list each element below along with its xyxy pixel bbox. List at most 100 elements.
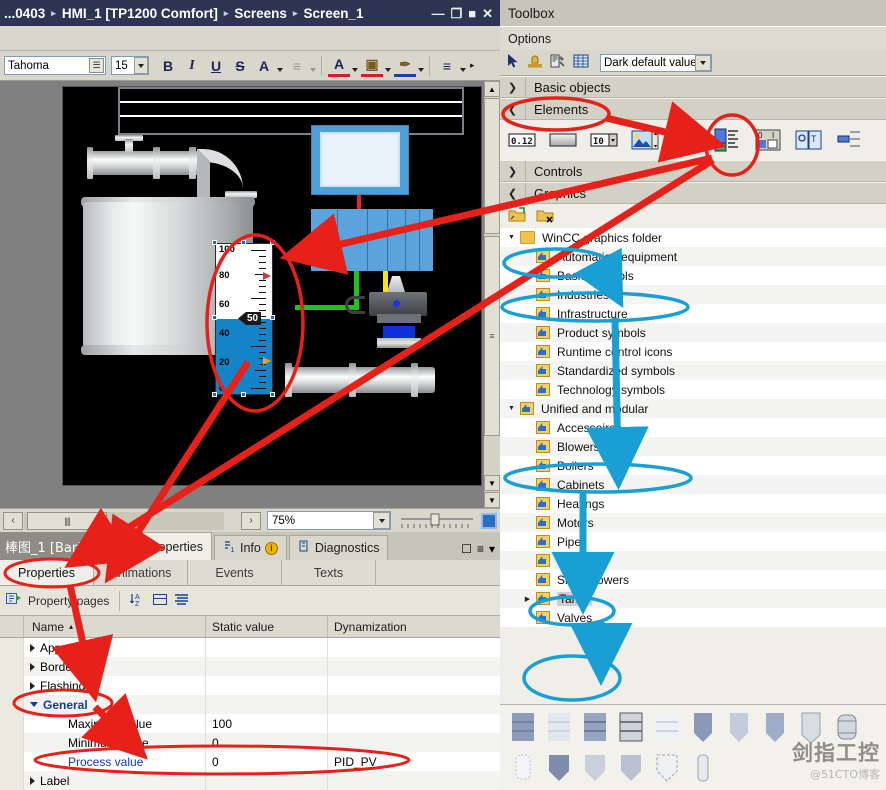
bold-button[interactable]: B — [157, 55, 179, 77]
chevron-right-icon[interactable]: ❯ — [500, 161, 526, 181]
column-header-dynamization[interactable]: Dynamization — [328, 616, 500, 637]
tree-item-tanks[interactable]: ▶ Tanks — [500, 589, 886, 608]
property-static-value[interactable] — [206, 771, 328, 790]
button-icon[interactable] — [549, 128, 577, 152]
chevron-down-icon[interactable] — [373, 512, 390, 529]
property-pages-icon[interactable] — [6, 592, 22, 610]
selection-handle[interactable] — [241, 392, 246, 397]
table-row-maximum-value[interactable]: Maximum value 100 — [0, 714, 500, 733]
graphic-thumbnail[interactable] — [652, 751, 682, 785]
sort-az-icon[interactable]: AZ — [130, 592, 146, 610]
tree-item-runtime-control-icons[interactable]: Runtime control icons — [500, 342, 886, 361]
maximize-button[interactable]: ■ — [468, 7, 476, 20]
category-icon[interactable] — [152, 592, 168, 610]
subtab-events[interactable]: Events — [188, 560, 282, 585]
table-row-process-value[interactable]: Process value 0 PID_PV — [0, 752, 500, 771]
selection-handle[interactable] — [212, 392, 217, 397]
restore-panel-icon[interactable]: ☐ — [461, 542, 472, 556]
table-icon[interactable] — [573, 53, 589, 72]
strikethrough-button[interactable]: S — [229, 55, 251, 77]
chevron-right-icon[interactable]: ❯ — [500, 77, 526, 97]
collapse-icon[interactable] — [30, 702, 38, 707]
selection-handle[interactable] — [241, 240, 246, 245]
tree-item-heatings[interactable]: Heatings — [500, 494, 886, 513]
property-dynamization[interactable] — [328, 638, 500, 657]
property-static-value[interactable]: 0 — [206, 752, 328, 771]
line-color-button[interactable]: ✒ — [394, 55, 416, 77]
tree-item-unified-and-modular[interactable]: ▼ Unified and modular — [500, 399, 886, 418]
minimize-button[interactable]: — — [432, 7, 445, 20]
align-dropdown-icon[interactable] — [308, 56, 317, 76]
line-color-dropdown-icon[interactable] — [416, 56, 425, 76]
scroll-thumb-top[interactable] — [484, 98, 500, 234]
chevron-down-icon[interactable] — [134, 57, 148, 74]
symbol-library-icon[interactable]: T — [795, 128, 823, 152]
chevron-down-icon[interactable]: ❮ — [500, 183, 526, 203]
tree-item-technology-symbols[interactable]: Technology symbols — [500, 380, 886, 399]
chevron-down-icon[interactable]: ▾ — [489, 542, 495, 556]
underline-button[interactable]: U — [205, 55, 227, 77]
property-static-value[interactable] — [206, 695, 328, 714]
new-folder-icon[interactable] — [508, 206, 526, 226]
breadcrumb-item-screen1[interactable]: Screen_1 — [303, 6, 363, 21]
property-dynamization[interactable] — [328, 714, 500, 733]
canvas-vertical-scrollbar[interactable]: ▲ ≡ ▼ ▼ — [484, 81, 500, 508]
font-color-dropdown-icon[interactable] — [350, 56, 359, 76]
expand-icon[interactable]: ▶ — [522, 595, 533, 603]
hmi-screen-area[interactable]: 100 80 60 40 20 0 50 — [62, 86, 482, 486]
graphic-thumbnail[interactable] — [544, 751, 574, 785]
tab-diagnostics[interactable]: Diagnostics — [288, 535, 389, 560]
close-button[interactable]: ✕ — [482, 7, 493, 20]
breadcrumb-item-screens[interactable]: Screens — [234, 6, 287, 21]
collapse-icon[interactable]: ▼ — [506, 234, 517, 241]
font-size-input[interactable]: 15 — [111, 56, 149, 75]
align-button[interactable]: ≡ — [286, 55, 308, 77]
tab-info[interactable]: 1 Info i — [213, 535, 287, 560]
property-static-value[interactable] — [206, 676, 328, 695]
settings-icon[interactable] — [550, 53, 566, 72]
graphic-thumbnail[interactable] — [760, 711, 790, 745]
style-dropdown-icon[interactable] — [458, 56, 467, 76]
graphic-io-field-icon[interactable] — [631, 128, 659, 152]
scroll-thumb[interactable]: ≡ — [484, 236, 500, 436]
tree-item-blowers[interactable]: Blowers — [500, 437, 886, 456]
graphic-thumbnail[interactable] — [544, 711, 574, 745]
property-table-body[interactable]: Appearance Border type Flashing General — [0, 638, 500, 790]
scroll-down-icon[interactable]: ▼ — [484, 475, 500, 491]
graphic-thumbnail[interactable] — [616, 751, 646, 785]
selection-handle[interactable] — [212, 315, 217, 320]
zoom-level-input[interactable]: 75% — [267, 511, 391, 530]
expand-icon[interactable] — [30, 643, 35, 652]
slider-icon[interactable] — [836, 128, 864, 152]
tree-item-accessoires[interactable]: Accessoires — [500, 418, 886, 437]
font-list-icon[interactable]: ☰ — [89, 58, 104, 73]
property-dynamization[interactable] — [328, 695, 500, 714]
delete-folder-icon[interactable] — [536, 207, 554, 226]
scroll-left-button[interactable]: ‹ — [3, 511, 23, 530]
tree-item-basic-symbols[interactable]: Basic symbols — [500, 266, 886, 285]
table-row[interactable]: Appearance — [0, 638, 500, 657]
toolbox-options-header[interactable]: Options — [500, 26, 886, 50]
property-static-value[interactable] — [206, 638, 328, 657]
column-header-static-value[interactable]: Static value — [206, 616, 328, 637]
fit-to-window-button[interactable] — [481, 512, 497, 529]
breadcrumb-item-project[interactable]: ...0403 — [4, 6, 45, 21]
graphic-thumbnail[interactable] — [688, 711, 718, 745]
property-dynamization[interactable] — [328, 771, 500, 790]
scroll-end-icon[interactable]: ▼ — [484, 492, 500, 508]
property-static-value[interactable] — [206, 657, 328, 676]
section-controls[interactable]: ❯ Controls — [500, 160, 886, 182]
subtab-properties[interactable]: Properties — [0, 560, 94, 585]
tree-item-motors[interactable]: Motors — [500, 513, 886, 532]
graphic-thumbnail[interactable] — [508, 711, 538, 745]
io-field-icon[interactable]: 0.12 — [508, 128, 536, 152]
tree-item-industries[interactable]: Industries — [500, 285, 886, 304]
font-effect-dropdown-icon[interactable] — [275, 56, 284, 76]
list-panel-icon[interactable]: ≡ — [477, 542, 484, 556]
restore-button[interactable]: ❐ — [451, 7, 463, 20]
bargraph-object[interactable]: 100 80 60 40 20 0 50 — [215, 243, 273, 395]
chevron-down-icon[interactable]: ❮ — [500, 99, 526, 119]
subtab-animations[interactable]: Animations — [94, 560, 188, 585]
section-basic-objects[interactable]: ❯ Basic objects — [500, 76, 886, 98]
tree-item-product-symbols[interactable]: Product symbols — [500, 323, 886, 342]
